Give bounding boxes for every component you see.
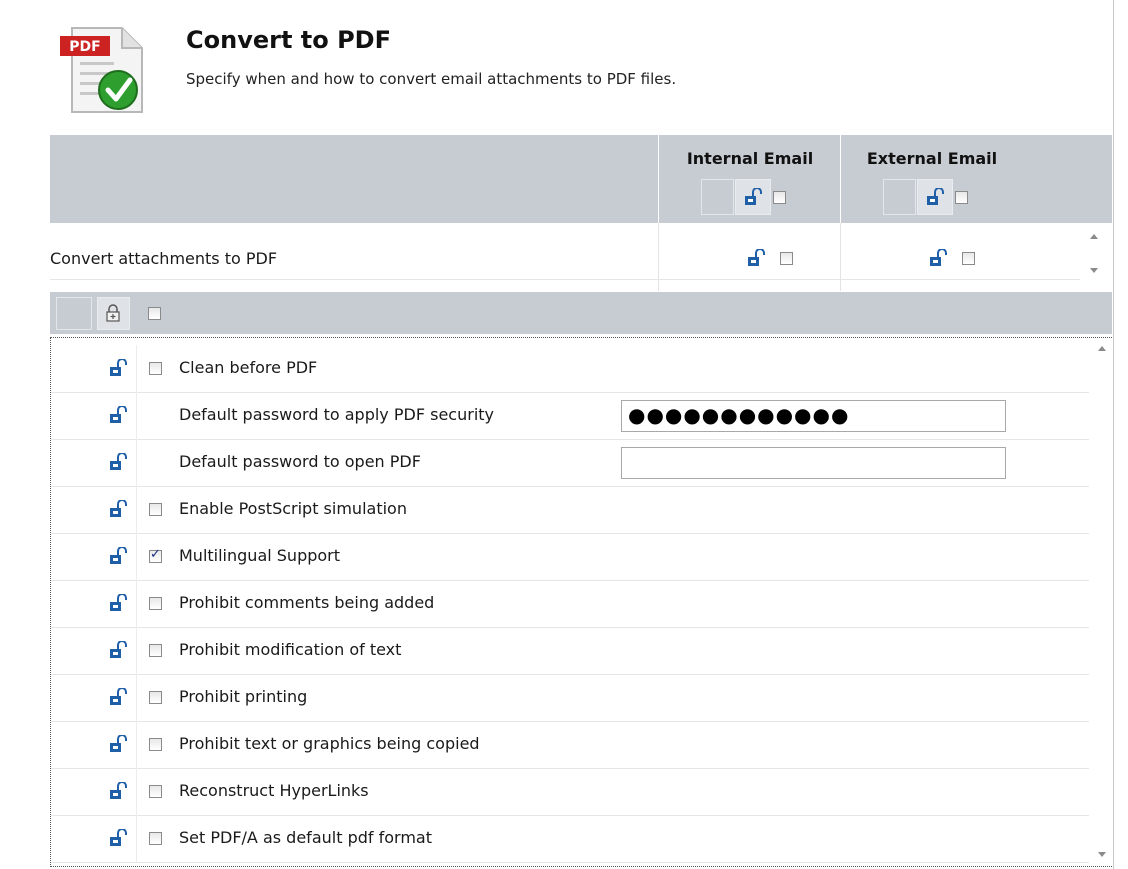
option-checkbox[interactable] bbox=[149, 362, 162, 375]
option-label: Enable PostScript simulation bbox=[179, 499, 407, 518]
option-label: Reconstruct HyperLinks bbox=[179, 781, 369, 800]
option-checkbox[interactable] bbox=[149, 503, 162, 516]
pdf-open-password-field[interactable] bbox=[621, 447, 1006, 479]
pdf-badge-text: PDF bbox=[69, 39, 100, 55]
options-list: Clean before PDF Default password to app… bbox=[50, 337, 1112, 867]
option-checkbox[interactable] bbox=[149, 785, 162, 798]
unlock-icon[interactable] bbox=[109, 359, 127, 377]
option-label: Multilingual Support bbox=[179, 546, 341, 565]
external-header-checkbox[interactable] bbox=[955, 191, 968, 204]
pdf-security-password-field[interactable]: ●●●●●●●●●●●● bbox=[621, 400, 1006, 432]
column-lock-cell[interactable] bbox=[917, 179, 953, 215]
column-internal-email: Internal Email bbox=[658, 135, 841, 223]
unlock-icon[interactable] bbox=[109, 453, 127, 471]
unlock-icon[interactable] bbox=[109, 829, 127, 847]
scroll-up-arrow[interactable] bbox=[1098, 346, 1106, 351]
column-blank-cell bbox=[701, 179, 734, 215]
option-checkbox[interactable] bbox=[149, 691, 162, 704]
options-toolbar bbox=[50, 292, 1112, 334]
option-label: Default password to open PDF bbox=[179, 452, 421, 471]
external-convert-checkbox[interactable] bbox=[962, 252, 975, 265]
unlock-icon[interactable] bbox=[109, 547, 127, 565]
convert-attachments-row: Convert attachments to PDF bbox=[50, 223, 1112, 291]
option-checkbox[interactable] bbox=[149, 738, 162, 751]
option-row: Prohibit text or graphics being copied bbox=[51, 721, 1089, 769]
scroll-up-arrow[interactable] bbox=[1090, 234, 1098, 239]
option-checkbox[interactable] bbox=[149, 832, 162, 845]
scroll-down-arrow[interactable] bbox=[1098, 852, 1106, 857]
option-label: Default password to apply PDF security bbox=[179, 405, 494, 424]
option-label: Prohibit modification of text bbox=[179, 640, 402, 659]
unlock-icon[interactable] bbox=[109, 500, 127, 518]
convert-attachments-label: Convert attachments to PDF bbox=[50, 249, 278, 268]
internal-convert-checkbox[interactable] bbox=[780, 252, 793, 265]
option-row: Prohibit comments being added bbox=[51, 580, 1089, 628]
option-row: Reconstruct HyperLinks bbox=[51, 768, 1089, 816]
column-title-internal: Internal Email bbox=[686, 149, 814, 168]
lock-icon[interactable] bbox=[105, 304, 121, 322]
page-subtitle: Specify when and how to convert email at… bbox=[186, 70, 677, 88]
options-scrollbar[interactable] bbox=[1091, 338, 1113, 866]
option-label: Clean before PDF bbox=[179, 358, 318, 377]
unlock-icon[interactable] bbox=[109, 688, 127, 706]
option-checkbox[interactable] bbox=[149, 547, 162, 563]
option-label: Set PDF/A as default pdf format bbox=[179, 828, 432, 847]
unlock-icon[interactable] bbox=[926, 188, 944, 206]
unlock-icon[interactable] bbox=[109, 735, 127, 753]
option-label: Prohibit printing bbox=[179, 687, 308, 706]
option-row: Default password to open PDF bbox=[51, 439, 1089, 487]
column-lock-cell[interactable] bbox=[735, 179, 771, 215]
unlock-icon[interactable] bbox=[744, 188, 762, 206]
option-checkbox[interactable] bbox=[149, 644, 162, 657]
option-row: Clean before PDF bbox=[51, 345, 1089, 393]
option-checkbox[interactable] bbox=[149, 597, 162, 610]
option-row: Prohibit printing bbox=[51, 674, 1089, 722]
internal-header-checkbox[interactable] bbox=[773, 191, 786, 204]
unlock-icon[interactable] bbox=[929, 249, 947, 267]
column-external-email: External Email bbox=[840, 135, 1023, 223]
page-title: Convert to PDF bbox=[186, 26, 391, 54]
grid-header: Internal Email External Email bbox=[50, 135, 1112, 223]
unlock-icon[interactable] bbox=[109, 782, 127, 800]
column-blank-cell bbox=[883, 179, 916, 215]
unlock-icon[interactable] bbox=[109, 641, 127, 659]
scroll-down-arrow[interactable] bbox=[1090, 268, 1098, 273]
option-label: Prohibit text or graphics being copied bbox=[179, 734, 480, 753]
settings-panel: PDF Convert to PDF Specify when and how … bbox=[0, 0, 1114, 869]
unlock-icon[interactable] bbox=[747, 249, 765, 267]
option-label: Prohibit comments being added bbox=[179, 593, 435, 612]
option-row: Default password to apply PDF security ●… bbox=[51, 392, 1089, 440]
option-row: Set PDF/A as default pdf format bbox=[51, 815, 1089, 863]
option-row: Enable PostScript simulation bbox=[51, 486, 1089, 534]
pdf-convert-icon: PDF bbox=[60, 27, 143, 113]
unlock-icon[interactable] bbox=[109, 406, 127, 424]
toolbar-select-all-checkbox[interactable] bbox=[148, 307, 161, 320]
unlock-icon[interactable] bbox=[109, 594, 127, 612]
column-title-external: External Email bbox=[866, 149, 998, 168]
option-row: Multilingual Support bbox=[51, 533, 1089, 581]
option-row: Prohibit modification of text bbox=[51, 627, 1089, 675]
toolbar-blank-cell bbox=[56, 297, 92, 330]
